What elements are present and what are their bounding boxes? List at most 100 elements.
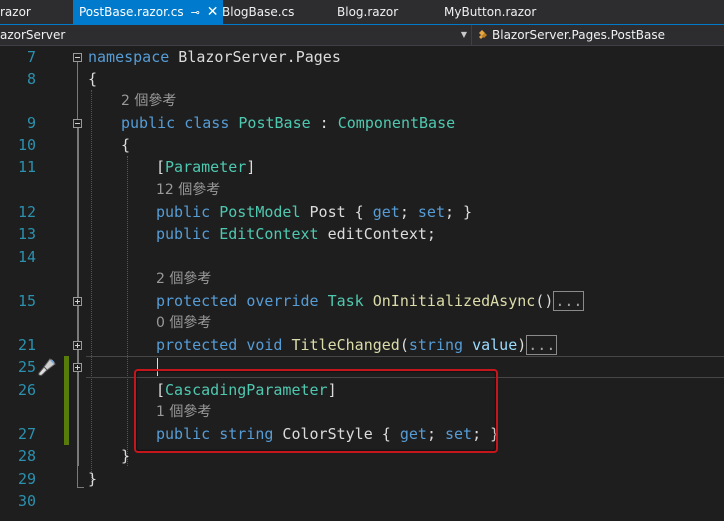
expand-line25-icon[interactable] [73,363,82,372]
line-number: 7 [26,48,36,66]
namespace-name: BlazorServer.Pages [169,48,341,66]
keyword: set [417,203,445,221]
project-dropdown[interactable]: azorServer ▼ [0,25,472,46]
type-name: EditContext [219,225,319,243]
document-tab-bar: razor PostBase.razor.cs ⊸ ✕ BlogBase.cs Bl… [0,0,724,24]
code-line-9: public class PostBase : ComponentBase [121,112,455,134]
tab-mybutton-razor[interactable]: MyButton.razor [444,0,536,24]
indent-guide [91,90,92,482]
parameter-name: value [463,336,518,354]
base-class-name: ComponentBase [337,114,456,132]
keyword: public [121,114,176,132]
tab-label: razor [0,5,31,19]
tab-blogbase-cs[interactable]: BlogBase.cs [222,0,294,24]
punctuation: () [535,292,554,310]
property-name: Post { [300,203,373,221]
collapse-class-icon[interactable] [73,119,82,128]
brace: } [121,447,131,465]
tab-label: Blog.razor [337,5,399,19]
expand-titlechanged-icon[interactable] [73,341,82,350]
navigation-bar: azorServer ▼ BlazorServer.Pages.PostBase [0,24,724,46]
line-number: 30 [17,492,36,510]
code-line-10: { [121,134,130,156]
brace: { [121,136,131,154]
paintbrush-icon[interactable] [36,357,58,377]
punctuation: ; [399,203,418,221]
code-editor[interactable]: 7 8 9 10 11 12 13 14 15 21 25 26 27 28 2… [0,46,724,521]
brace: { [88,70,98,88]
collapsed-region[interactable]: ... [553,291,585,311]
tab-postbase-razor-cs[interactable]: PostBase.razor.cs ⊸ ✕ [73,0,223,24]
change-indicator-bar [64,356,69,445]
outline-end-tick [77,487,84,488]
project-dropdown-value: azorServer [0,28,66,42]
type-name: Task [327,292,364,310]
field-name: editContext; [318,225,436,243]
brace: } [88,470,98,488]
code-line-28: } [121,445,130,467]
collapse-namespace-icon[interactable] [73,53,82,62]
punctuation: ) [517,336,527,354]
code-line-12: public PostModel Post { get; set; } [156,201,472,223]
tab-label: MyButton.razor [444,5,537,19]
keyword: public [156,203,211,221]
tab-label: BlogBase.cs [222,5,295,19]
member-dropdown-value: BlazorServer.Pages.PostBase [492,28,666,42]
punctuation: ( [399,336,409,354]
code-line-7: namespace BlazorServer.Pages [88,46,341,68]
close-icon[interactable]: ✕ [207,4,219,20]
attribute-name: Parameter [165,158,247,176]
line-number: 15 [17,292,36,310]
code-line-29: } [88,468,97,490]
keyword: get [372,203,400,221]
codelens-references[interactable]: 12 個參考 [156,179,220,201]
punctuation: ; } [445,203,473,221]
codelens-references[interactable]: 2 個參考 [121,90,176,112]
codelens-references[interactable]: 2 個參考 [156,268,211,290]
bracket: [ [156,158,166,176]
bracket: ] [246,158,256,176]
tab-label: PostBase.razor.cs [79,5,184,19]
line-number: 29 [17,470,36,488]
annotation-highlight-box [134,369,498,453]
line-number: 28 [17,447,36,465]
keyword: protected [156,336,238,354]
line-number: 8 [26,70,36,88]
keyword: namespace [88,48,170,66]
line-number: 10 [17,136,36,154]
code-line-15: protected override Task OnInitializedAsy… [156,290,585,312]
line-number: 9 [26,114,36,132]
line-number: 21 [17,336,36,354]
codelens-references[interactable]: 0 個參考 [156,312,211,334]
class-name: PostBase [238,114,311,132]
tab-blog-razor[interactable]: Blog.razor [337,0,398,24]
method-name: OnInitializedAsync [372,292,536,310]
code-line-21: protected void TitleChanged(string value… [156,334,558,356]
punctuation: : [310,114,338,132]
line-number: 14 [17,248,36,266]
pin-icon[interactable]: ⊸ [191,6,200,19]
line-number: 25 [17,358,36,376]
code-line-11: [Parameter] [156,156,255,178]
type-name: PostModel [219,203,301,221]
code-line-13: public EditContext editContext; [156,223,436,245]
indent-guide [127,156,128,466]
keyword: protected [156,292,238,310]
collapsed-region[interactable]: ... [526,335,558,355]
keyword: public [156,225,211,243]
expand-oninitialized-icon[interactable] [73,297,82,306]
code-line-8: { [88,68,97,90]
line-number: 12 [17,203,36,221]
line-number: 13 [17,225,36,243]
line-number: 26 [17,381,36,399]
keyword: void [246,336,283,354]
keyword: override [246,292,319,310]
keyword: string [408,336,464,354]
class-icon [479,30,487,39]
line-number: 11 [17,158,36,176]
method-name: TitleChanged [291,336,400,354]
line-number: 27 [17,425,36,443]
member-dropdown[interactable]: BlazorServer.Pages.PostBase [472,25,724,46]
tab-razor-partial[interactable]: razor [0,0,31,24]
keyword: class [184,114,230,132]
